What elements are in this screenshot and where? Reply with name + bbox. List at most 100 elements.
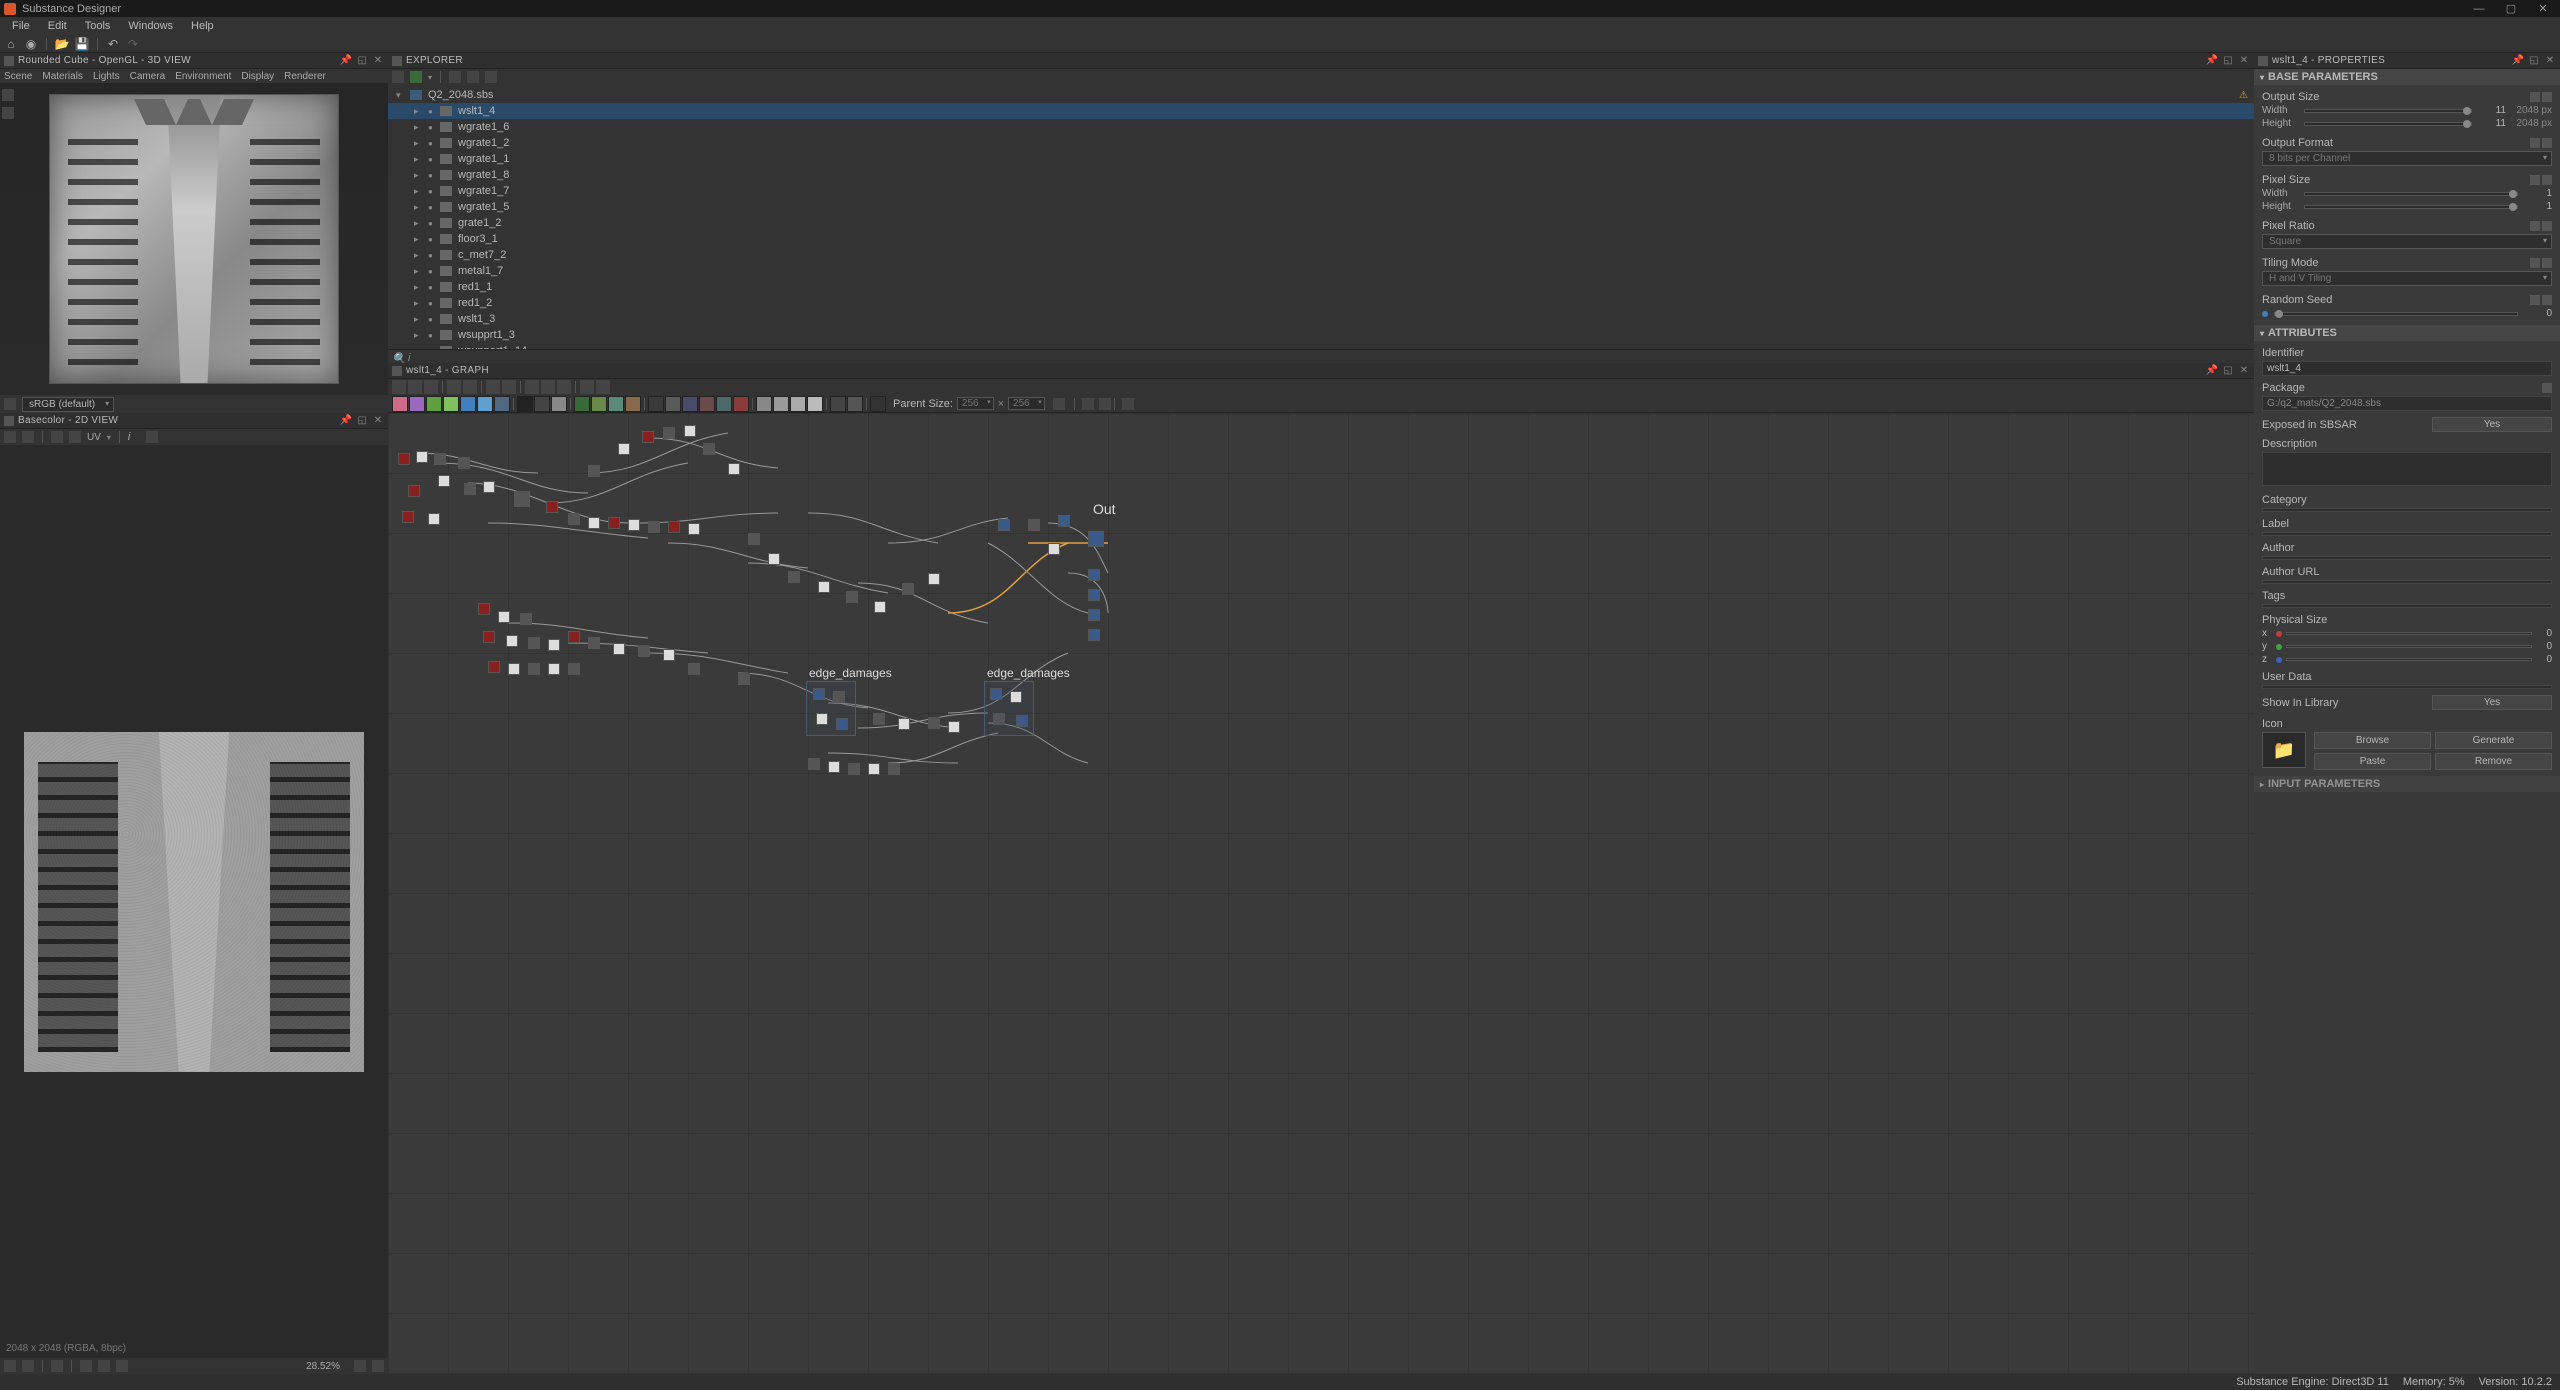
pixel-height-slider[interactable] — [2304, 205, 2518, 209]
graph-node[interactable] — [613, 643, 625, 655]
palette-btn[interactable] — [551, 396, 567, 412]
refresh-icon[interactable] — [1053, 398, 1065, 410]
physical-y-slider[interactable] — [2286, 645, 2532, 648]
new-icon[interactable] — [4, 431, 16, 443]
graph-node[interactable] — [548, 639, 560, 651]
camera-icon[interactable] — [2, 89, 14, 101]
distribute-icon[interactable] — [502, 380, 516, 394]
flow-icon[interactable] — [1099, 398, 1111, 410]
pixel-width-value[interactable]: 1 — [2524, 188, 2552, 199]
open-icon[interactable]: 📂 — [55, 37, 69, 51]
explorer-tree[interactable]: ▾ Q2_2048.sbs ⚠ ▸●wslt1_4 ▸●wgrate1_6 ▸●… — [388, 85, 2254, 349]
output-format-dropdown[interactable]: 8 bits per Channel — [2262, 151, 2552, 166]
tile-icon[interactable] — [116, 1360, 128, 1372]
random-seed-slider[interactable] — [2274, 312, 2518, 316]
graph-node[interactable] — [528, 637, 540, 649]
graph-node[interactable] — [668, 521, 680, 533]
graph-node[interactable] — [608, 517, 620, 529]
grid-icon[interactable] — [580, 380, 594, 394]
view2d-viewport[interactable]: 2048 x 2048 (RGBA, 8bpc) — [0, 445, 388, 1358]
height-slider[interactable] — [2304, 122, 2472, 126]
menu-tools[interactable]: Tools — [77, 20, 119, 32]
graph-node[interactable] — [638, 645, 650, 657]
link-icon[interactable] — [2530, 92, 2540, 102]
palette-btn[interactable] — [494, 396, 510, 412]
tags-input[interactable] — [2262, 604, 2552, 608]
new-graph-icon[interactable] — [449, 71, 461, 83]
palette-btn[interactable] — [648, 396, 664, 412]
palette-btn[interactable] — [574, 396, 590, 412]
window-minimize-button[interactable]: — — [2472, 2, 2486, 16]
palette-btn[interactable] — [733, 396, 749, 412]
folder-icon[interactable] — [2542, 383, 2552, 393]
pin-node-icon[interactable] — [557, 380, 571, 394]
lock-icon[interactable] — [372, 1360, 384, 1372]
icon-preview[interactable]: 📁 — [2262, 732, 2306, 768]
menu-windows[interactable]: Windows — [120, 20, 181, 32]
graph-node[interactable] — [888, 763, 900, 775]
graph-node[interactable] — [478, 603, 490, 615]
fit-icon[interactable] — [463, 380, 477, 394]
parent-size-y-dropdown[interactable]: 256 — [1008, 397, 1045, 410]
graph-node[interactable] — [738, 673, 750, 685]
graph-node[interactable] — [836, 718, 848, 730]
tree-item[interactable]: ▸●red1_2 — [388, 295, 2254, 311]
menu-file[interactable]: File — [4, 20, 38, 32]
show-library-toggle[interactable]: Yes — [2432, 695, 2552, 710]
tree-package[interactable]: ▾ Q2_2048.sbs ⚠ — [388, 87, 2254, 103]
graph-node[interactable] — [993, 713, 1005, 725]
snap-icon[interactable] — [596, 380, 610, 394]
pixel-width-slider[interactable] — [2304, 192, 2518, 196]
link-icon[interactable] — [2530, 138, 2540, 148]
graph-node[interactable] — [514, 491, 530, 507]
palette-btn[interactable] — [699, 396, 715, 412]
palette-btn[interactable] — [477, 396, 493, 412]
import-icon[interactable] — [485, 71, 497, 83]
section-attributes[interactable]: ▾ATTRIBUTES — [2254, 325, 2560, 341]
graph-node[interactable] — [568, 631, 580, 643]
graph-node[interactable] — [488, 661, 500, 673]
globe-icon[interactable]: ◉ — [24, 37, 38, 51]
graph-node[interactable] — [548, 663, 560, 675]
graph-node[interactable] — [874, 601, 886, 613]
author-url-input[interactable] — [2262, 580, 2552, 584]
tree-item[interactable]: ▸●wslt1_4 — [388, 103, 2254, 119]
paste-button[interactable]: Paste — [2314, 753, 2431, 770]
graph-node[interactable] — [528, 663, 540, 675]
graph-node[interactable] — [898, 718, 910, 730]
popout-icon[interactable]: ◱ — [2222, 55, 2234, 67]
palette-btn[interactable] — [682, 396, 698, 412]
uv-label[interactable]: UV — [87, 432, 101, 443]
label-input[interactable] — [2262, 532, 2552, 536]
graph-node[interactable] — [508, 663, 520, 675]
browse-button[interactable]: Browse — [2314, 732, 2431, 749]
popout-icon[interactable]: ◱ — [356, 415, 368, 427]
pin-icon[interactable]: 📌 — [340, 55, 352, 67]
popout-icon[interactable]: ◱ — [2222, 365, 2234, 377]
graph-node[interactable] — [648, 521, 660, 533]
save-icon[interactable]: 💾 — [75, 37, 89, 51]
graph-node[interactable] — [628, 519, 640, 531]
view3d-viewport[interactable] — [0, 83, 388, 395]
pixel-ratio-dropdown[interactable]: Square — [2262, 234, 2552, 249]
graph-node[interactable] — [434, 453, 446, 465]
tiling-mode-dropdown[interactable]: H and V Tiling — [2262, 271, 2552, 286]
palette-btn[interactable] — [756, 396, 772, 412]
palette-btn[interactable] — [534, 396, 550, 412]
tree-item[interactable]: ▸●wgrate1_1 — [388, 151, 2254, 167]
graph-node[interactable] — [990, 688, 1002, 700]
graph-node[interactable] — [1088, 569, 1100, 581]
close-icon[interactable]: ✕ — [372, 415, 384, 427]
tree-item[interactable]: ▸●grate1_2 — [388, 215, 2254, 231]
link-icon[interactable] — [2530, 258, 2540, 268]
graph-node[interactable] — [483, 481, 495, 493]
graph-node[interactable] — [1088, 589, 1100, 601]
user-data-input[interactable] — [2262, 685, 2552, 689]
graph-node[interactable] — [506, 635, 518, 647]
reset-view-icon[interactable] — [4, 398, 16, 410]
section-base-parameters[interactable]: ▾BASE PARAMETERS — [2254, 69, 2560, 85]
graph-node[interactable] — [642, 431, 654, 443]
graph-canvas[interactable]: Out — [388, 413, 2254, 1374]
graph-node[interactable] — [546, 501, 558, 513]
graph-node[interactable] — [902, 583, 914, 595]
